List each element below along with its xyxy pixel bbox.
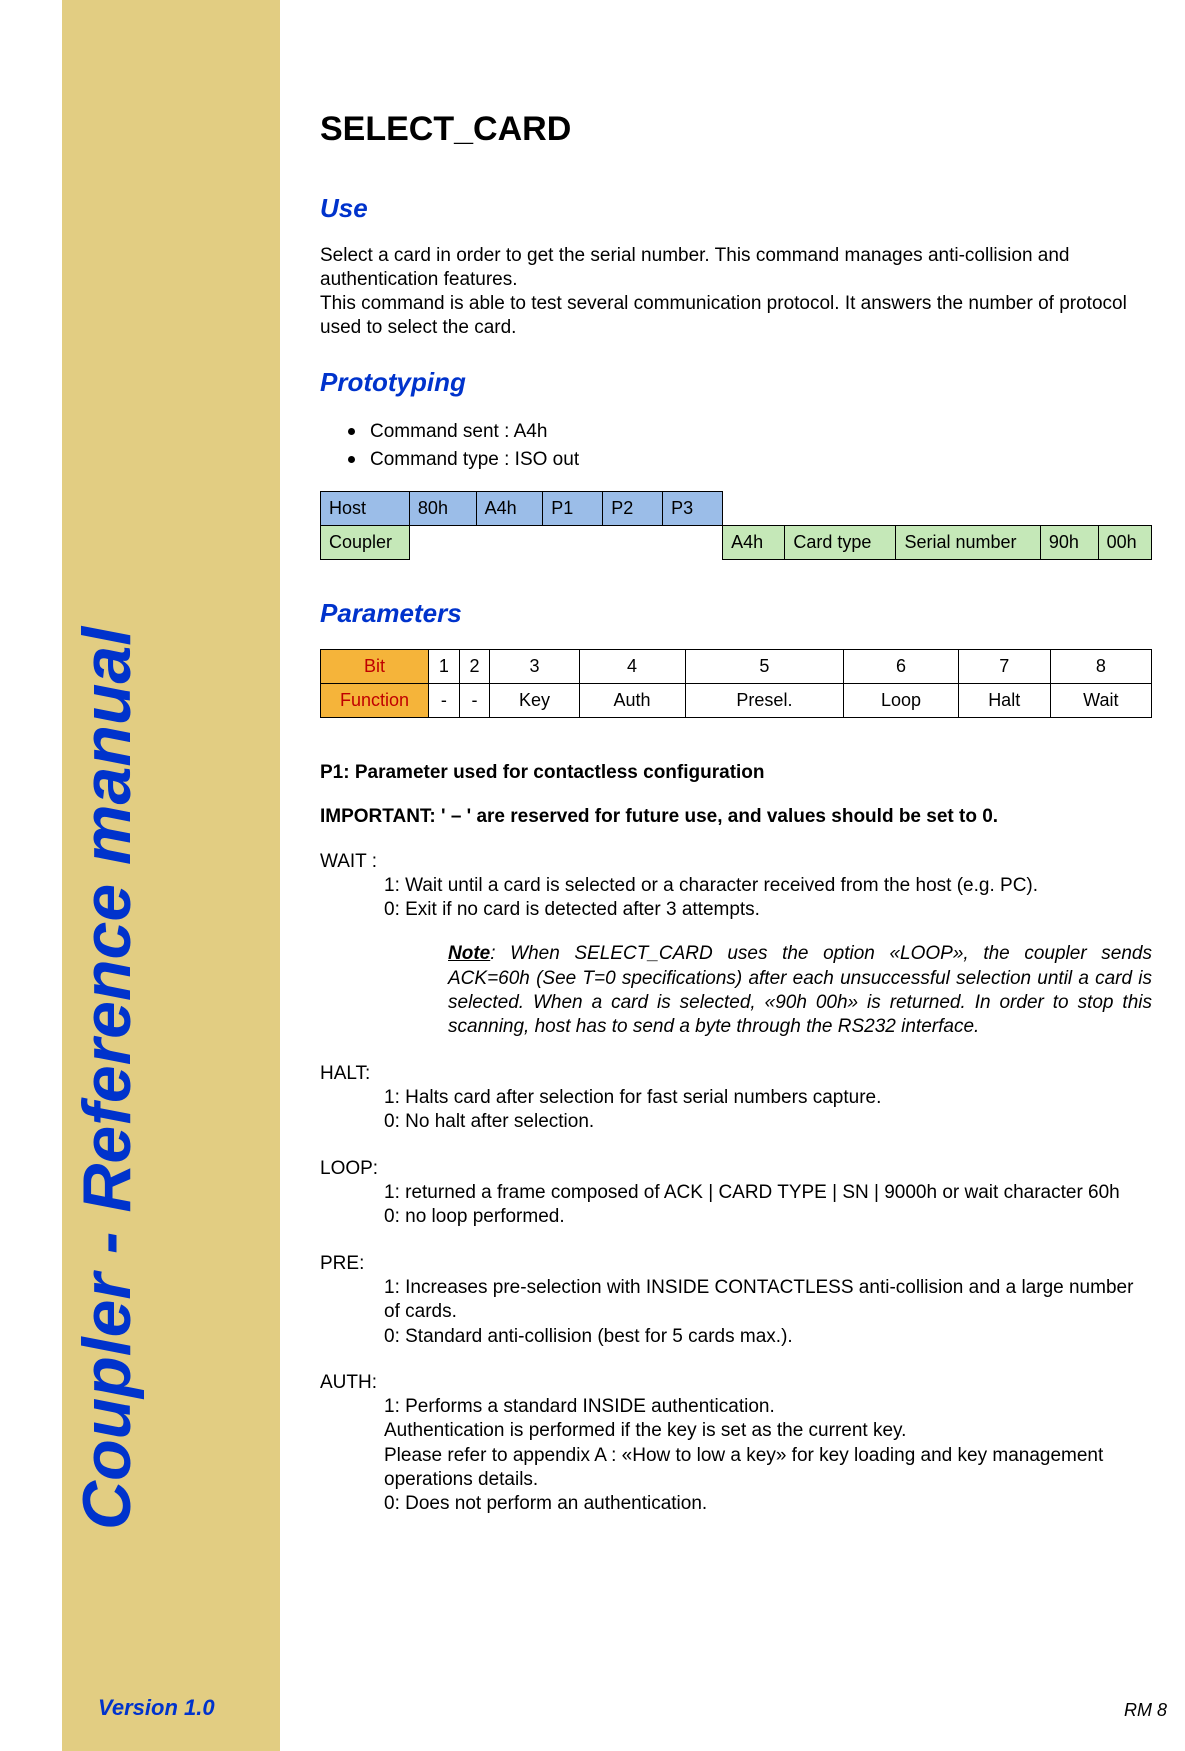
auth-label: AUTH: bbox=[320, 1371, 1152, 1395]
func-6: Loop bbox=[844, 683, 958, 717]
halt-block: HALT: 1: Halts card after selection for … bbox=[320, 1062, 1152, 1135]
parameters-heading: Parameters bbox=[320, 598, 1152, 629]
proto-cell-80h: 80h bbox=[409, 491, 476, 525]
func-8: Wait bbox=[1050, 683, 1151, 717]
prototyping-list: Command sent : A4h Command type : ISO ou… bbox=[348, 418, 1152, 475]
bit-7: 7 bbox=[958, 649, 1050, 683]
p1-heading: P1: Parameter used for contactless confi… bbox=[320, 762, 1152, 784]
wait-block: WAIT : 1: Wait until a card is selected … bbox=[320, 850, 1152, 1040]
wait-label: WAIT : bbox=[320, 850, 1152, 874]
pre-0: 0: Standard anti-collision (best for 5 c… bbox=[384, 1325, 1152, 1349]
bit-2: 2 bbox=[459, 649, 490, 683]
proto-host-label: Host bbox=[321, 491, 410, 525]
pre-block: PRE: 1: Increases pre-selection with INS… bbox=[320, 1252, 1152, 1349]
func-7: Halt bbox=[958, 683, 1050, 717]
loop-0: 0: no loop performed. bbox=[384, 1205, 1152, 1229]
proto-resp-a4h: A4h bbox=[723, 525, 785, 559]
use-heading: Use bbox=[320, 193, 1152, 224]
loop-block: LOOP: 1: returned a frame composed of AC… bbox=[320, 1157, 1152, 1230]
version-label: Version 1.0 bbox=[98, 1695, 215, 1721]
pre-1: 1: Increases pre-selection with INSIDE C… bbox=[384, 1276, 1152, 1325]
auth-1: 1: Performs a standard INSIDE authentica… bbox=[384, 1395, 1152, 1419]
main-content: SELECT_CARD Use Select a card in order t… bbox=[320, 110, 1152, 1517]
func-2: - bbox=[459, 683, 490, 717]
halt-1: 1: Halts card after selection for fast s… bbox=[384, 1086, 1152, 1110]
prototyping-table: Host 80h A4h P1 P2 P3 Coupler A4h Card t… bbox=[320, 491, 1152, 560]
func-1: - bbox=[429, 683, 460, 717]
param-row-bit: Bit 1 2 3 4 5 6 7 8 bbox=[321, 649, 1152, 683]
use-text: Select a card in order to get the serial… bbox=[320, 244, 1152, 341]
page-number: RM 8 bbox=[1124, 1700, 1167, 1721]
auth-0: 0: Does not perform an authentication. bbox=[384, 1492, 1152, 1516]
note-text: : When SELECT_CARD uses the option «LOOP… bbox=[448, 943, 1152, 1037]
prototyping-heading: Prototyping bbox=[320, 367, 1152, 398]
proto-row-coupler: Coupler A4h Card type Serial number 90h … bbox=[321, 525, 1152, 559]
halt-0: 0: No halt after selection. bbox=[384, 1110, 1152, 1134]
important-note: IMPORTANT: ' – ' are reserved for future… bbox=[320, 806, 1152, 828]
func-5: Presel. bbox=[685, 683, 844, 717]
bit-1: 1 bbox=[429, 649, 460, 683]
proto-empty-span bbox=[409, 525, 722, 559]
proto-bullet-2: Command type : ISO out bbox=[348, 446, 1152, 475]
proto-cell-p1: P1 bbox=[543, 491, 603, 525]
pre-label: PRE: bbox=[320, 1252, 1152, 1276]
proto-coupler-label: Coupler bbox=[321, 525, 410, 559]
use-p1: Select a card in order to get the serial… bbox=[320, 245, 1070, 290]
parameters-table: Bit 1 2 3 4 5 6 7 8 Function - - Key Aut… bbox=[320, 649, 1152, 718]
page-title: SELECT_CARD bbox=[320, 110, 1152, 149]
proto-resp-90h: 90h bbox=[1040, 525, 1098, 559]
func-4: Auth bbox=[579, 683, 685, 717]
loop-label: LOOP: bbox=[320, 1157, 1152, 1181]
note-label: Note bbox=[448, 943, 490, 964]
halt-label: HALT: bbox=[320, 1062, 1152, 1086]
bit-6: 6 bbox=[844, 649, 958, 683]
wait-0: 0: Exit if no card is detected after 3 a… bbox=[384, 898, 1152, 922]
auth-3: Please refer to appendix A : «How to low… bbox=[384, 1444, 1152, 1493]
use-p2: This command is able to test several com… bbox=[320, 293, 1127, 338]
loop-1: 1: returned a frame composed of ACK | CA… bbox=[384, 1181, 1152, 1205]
param-bit-label: Bit bbox=[321, 649, 429, 683]
proto-empty bbox=[723, 491, 1152, 525]
proto-cell-p3: P3 bbox=[663, 491, 723, 525]
proto-resp-00h: 00h bbox=[1098, 525, 1151, 559]
bit-5: 5 bbox=[685, 649, 844, 683]
param-func-label: Function bbox=[321, 683, 429, 717]
param-row-func: Function - - Key Auth Presel. Loop Halt … bbox=[321, 683, 1152, 717]
proto-cell-a4h: A4h bbox=[476, 491, 543, 525]
spine-title: Coupler - Reference manual bbox=[68, 627, 146, 1530]
proto-bullet-1: Command sent : A4h bbox=[348, 418, 1152, 447]
bit-4: 4 bbox=[579, 649, 685, 683]
wait-note: Note: When SELECT_CARD uses the option «… bbox=[448, 942, 1152, 1039]
proto-resp-cardtype: Card type bbox=[785, 525, 896, 559]
func-3: Key bbox=[490, 683, 579, 717]
auth-2: Authentication is performed if the key i… bbox=[384, 1419, 1152, 1443]
proto-row-host: Host 80h A4h P1 P2 P3 bbox=[321, 491, 1152, 525]
proto-cell-p2: P2 bbox=[603, 491, 663, 525]
bit-3: 3 bbox=[490, 649, 579, 683]
bit-8: 8 bbox=[1050, 649, 1151, 683]
wait-1: 1: Wait until a card is selected or a ch… bbox=[384, 874, 1152, 898]
auth-block: AUTH: 1: Performs a standard INSIDE auth… bbox=[320, 1371, 1152, 1517]
proto-resp-serial: Serial number bbox=[896, 525, 1040, 559]
